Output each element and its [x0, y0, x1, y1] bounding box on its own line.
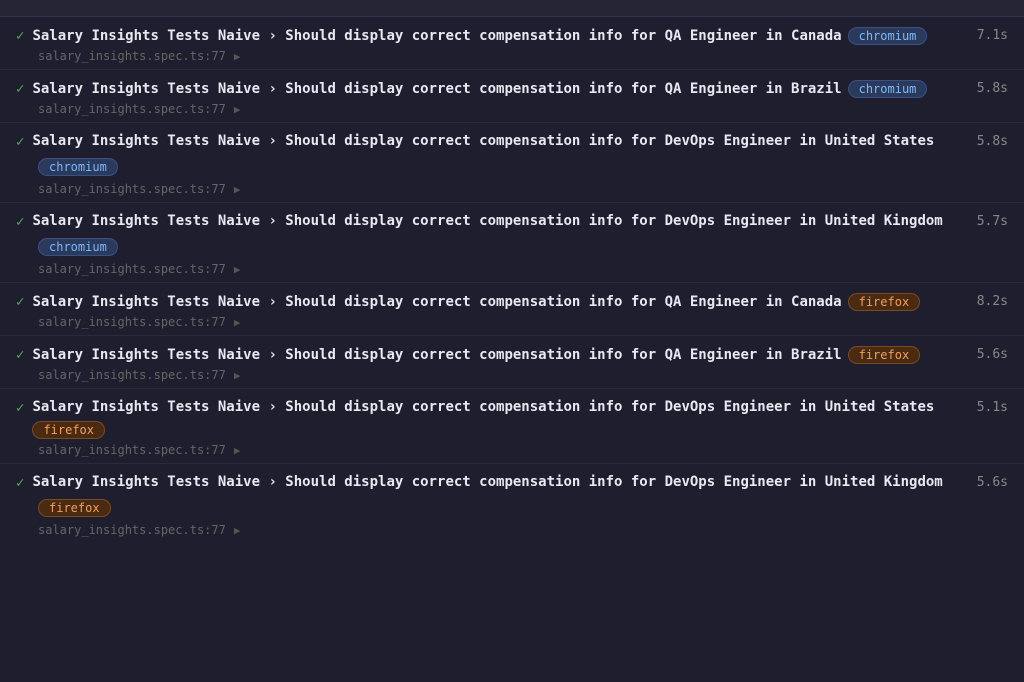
- file-header: [0, 0, 1024, 17]
- browser-badge: chromium: [848, 80, 928, 98]
- test-duration: 5.7s: [977, 214, 1008, 229]
- file-ref: salary_insights.spec.ts:77: [38, 49, 226, 63]
- file-ref: salary_insights.spec.ts:77: [38, 523, 226, 537]
- test-meta-line: salary_insights.spec.ts:77 ▶: [38, 523, 1008, 537]
- pass-icon: ✓: [16, 294, 24, 310]
- test-main-line: ✓ Salary Insights Tests Naive › Should d…: [16, 133, 1008, 150]
- test-title-wrap: Salary Insights Tests Naive › Should dis…: [32, 399, 968, 439]
- pass-icon: ✓: [16, 347, 24, 363]
- test-row: ✓ Salary Insights Tests Naive › Should d…: [0, 283, 1024, 336]
- play-icon[interactable]: ▶: [234, 524, 241, 537]
- test-title-wrap: Salary Insights Tests Naive › Should dis…: [32, 213, 968, 229]
- test-meta-line: salary_insights.spec.ts:77 ▶: [38, 262, 1008, 276]
- test-title-wrap: Salary Insights Tests Naive › Should dis…: [32, 293, 968, 311]
- test-left: ✓ Salary Insights Tests Naive › Should d…: [16, 27, 969, 45]
- pass-icon: ✓: [16, 475, 24, 491]
- test-duration: 7.1s: [977, 28, 1008, 43]
- browser-badge: firefox: [848, 293, 921, 311]
- browser-badge: chromium: [38, 238, 118, 256]
- play-icon[interactable]: ▶: [234, 444, 241, 457]
- play-icon[interactable]: ▶: [234, 183, 241, 196]
- pass-icon: ✓: [16, 28, 24, 44]
- test-title: Salary Insights Tests Naive › Should dis…: [32, 399, 934, 415]
- play-icon[interactable]: ▶: [234, 103, 241, 116]
- test-row: ✓ Salary Insights Tests Naive › Should d…: [0, 336, 1024, 389]
- test-meta-line: salary_insights.spec.ts:77 ▶: [38, 49, 1008, 63]
- test-left: ✓ Salary Insights Tests Naive › Should d…: [16, 293, 969, 311]
- test-list: ✓ Salary Insights Tests Naive › Should d…: [0, 17, 1024, 543]
- test-main-line: ✓ Salary Insights Tests Naive › Should d…: [16, 80, 1008, 98]
- pass-icon: ✓: [16, 81, 24, 97]
- test-title-wrap: Salary Insights Tests Naive › Should dis…: [32, 346, 968, 364]
- file-ref: salary_insights.spec.ts:77: [38, 102, 226, 116]
- test-left: ✓ Salary Insights Tests Naive › Should d…: [16, 346, 969, 364]
- browser-badge: firefox: [32, 421, 105, 439]
- test-left: ✓ Salary Insights Tests Naive › Should d…: [16, 399, 969, 439]
- play-icon[interactable]: ▶: [234, 316, 241, 329]
- test-title: Salary Insights Tests Naive › Should dis…: [32, 347, 841, 363]
- browser-badge: firefox: [38, 499, 111, 517]
- test-results-container: ✓ Salary Insights Tests Naive › Should d…: [0, 0, 1024, 682]
- test-main-line: ✓ Salary Insights Tests Naive › Should d…: [16, 213, 1008, 230]
- test-meta-line: salary_insights.spec.ts:77 ▶: [38, 102, 1008, 116]
- play-icon[interactable]: ▶: [234, 263, 241, 276]
- test-title: Salary Insights Tests Naive › Should dis…: [32, 133, 934, 149]
- test-meta-line: salary_insights.spec.ts:77 ▶: [38, 368, 1008, 382]
- browser-badge: firefox: [848, 346, 921, 364]
- file-ref: salary_insights.spec.ts:77: [38, 368, 226, 382]
- test-main-line: ✓ Salary Insights Tests Naive › Should d…: [16, 399, 1008, 439]
- test-duration: 5.8s: [977, 134, 1008, 149]
- badge-line: chromium: [38, 236, 1008, 256]
- pass-icon: ✓: [16, 400, 24, 416]
- test-duration: 5.1s: [977, 400, 1008, 415]
- test-title: Salary Insights Tests Naive › Should dis…: [32, 294, 841, 310]
- test-title: Salary Insights Tests Naive › Should dis…: [32, 81, 841, 97]
- file-ref: salary_insights.spec.ts:77: [38, 262, 226, 276]
- test-title-wrap: Salary Insights Tests Naive › Should dis…: [32, 80, 968, 98]
- play-icon[interactable]: ▶: [234, 50, 241, 63]
- test-duration: 5.8s: [977, 81, 1008, 96]
- test-row: ✓ Salary Insights Tests Naive › Should d…: [0, 389, 1024, 464]
- test-left: ✓ Salary Insights Tests Naive › Should d…: [16, 213, 969, 230]
- test-main-line: ✓ Salary Insights Tests Naive › Should d…: [16, 474, 1008, 491]
- test-title: Salary Insights Tests Naive › Should dis…: [32, 28, 841, 44]
- test-title: Salary Insights Tests Naive › Should dis…: [32, 213, 942, 229]
- test-meta-line: salary_insights.spec.ts:77 ▶: [38, 443, 1008, 457]
- test-main-line: ✓ Salary Insights Tests Naive › Should d…: [16, 346, 1008, 364]
- test-row: ✓ Salary Insights Tests Naive › Should d…: [0, 17, 1024, 70]
- badge-line: firefox: [38, 497, 1008, 517]
- test-row: ✓ Salary Insights Tests Naive › Should d…: [0, 70, 1024, 123]
- test-left: ✓ Salary Insights Tests Naive › Should d…: [16, 133, 969, 150]
- test-left: ✓ Salary Insights Tests Naive › Should d…: [16, 474, 969, 491]
- test-title-wrap: Salary Insights Tests Naive › Should dis…: [32, 27, 968, 45]
- file-ref: salary_insights.spec.ts:77: [38, 443, 226, 457]
- file-ref: salary_insights.spec.ts:77: [38, 315, 226, 329]
- browser-badge: chromium: [38, 158, 118, 176]
- test-left: ✓ Salary Insights Tests Naive › Should d…: [16, 80, 969, 98]
- test-meta-line: salary_insights.spec.ts:77 ▶: [38, 182, 1008, 196]
- test-row: ✓ Salary Insights Tests Naive › Should d…: [0, 203, 1024, 283]
- test-main-line: ✓ Salary Insights Tests Naive › Should d…: [16, 293, 1008, 311]
- test-duration: 5.6s: [977, 475, 1008, 490]
- test-duration: 8.2s: [977, 294, 1008, 309]
- play-icon[interactable]: ▶: [234, 369, 241, 382]
- browser-badge: chromium: [848, 27, 928, 45]
- test-row: ✓ Salary Insights Tests Naive › Should d…: [0, 123, 1024, 203]
- pass-icon: ✓: [16, 214, 24, 230]
- test-title-wrap: Salary Insights Tests Naive › Should dis…: [32, 474, 968, 490]
- test-main-line: ✓ Salary Insights Tests Naive › Should d…: [16, 27, 1008, 45]
- file-ref: salary_insights.spec.ts:77: [38, 182, 226, 196]
- test-meta-line: salary_insights.spec.ts:77 ▶: [38, 315, 1008, 329]
- test-title: Salary Insights Tests Naive › Should dis…: [32, 474, 942, 490]
- badge-line: chromium: [38, 156, 1008, 176]
- test-duration: 5.6s: [977, 347, 1008, 362]
- pass-icon: ✓: [16, 134, 24, 150]
- test-title-wrap: Salary Insights Tests Naive › Should dis…: [32, 133, 968, 149]
- test-row: ✓ Salary Insights Tests Naive › Should d…: [0, 464, 1024, 543]
